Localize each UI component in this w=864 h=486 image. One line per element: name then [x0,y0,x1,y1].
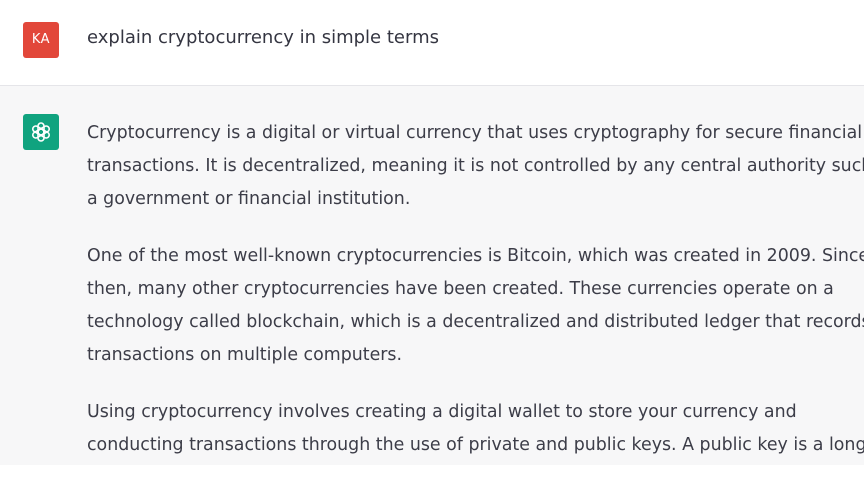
answer-paragraph: Cryptocurrency is a digital or virtual c… [87,117,864,216]
answer-line: Using cryptocurrency involves creating a… [87,402,797,422]
answer-line: transactions. It is decentralized, meani… [87,156,864,176]
answer-line: transactions on multiple computers. [87,345,403,365]
answer-line: conducting transactions through the use … [87,435,864,455]
openai-logo-icon [23,114,59,150]
answer-line: Cryptocurrency is a digital or virtual c… [87,123,863,143]
answer-line: then, many other cryptocurrencies have b… [87,279,834,299]
answer-line: a government or financial institution. [87,189,411,209]
user-message-row: KA explain cryptocurrency in simple term… [0,0,864,86]
user-message-text: explain cryptocurrency in simple terms [87,27,439,48]
assistant-message-row: Cryptocurrency is a digital or virtual c… [0,86,864,465]
answer-line: technology called blockchain, which is a… [87,312,864,332]
answer-paragraph: One of the most well-known cryptocurrenc… [87,240,864,372]
answer-paragraph: Using cryptocurrency involves creating a… [87,396,864,462]
user-avatar: KA [23,22,59,58]
answer-line: One of the most well-known cryptocurrenc… [87,246,864,266]
assistant-message-text: Cryptocurrency is a digital or virtual c… [87,117,864,486]
